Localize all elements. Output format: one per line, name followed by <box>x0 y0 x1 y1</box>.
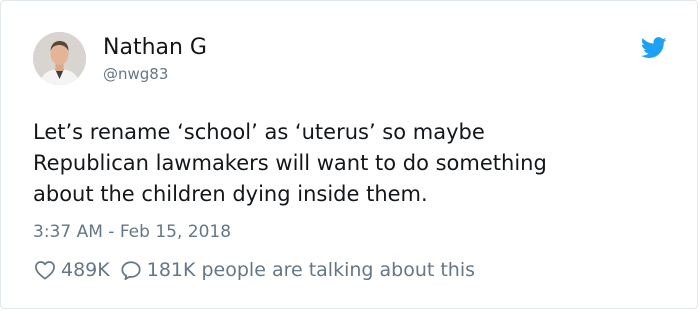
like-button[interactable]: 489K <box>34 259 110 281</box>
tweet-text: Let’s rename ‘school’ as ‘uterus’ so may… <box>33 117 683 210</box>
tweet-actions: 489K 181K people are talking about this <box>34 255 475 285</box>
heart-outline-icon <box>34 260 56 280</box>
author-display-name[interactable]: Nathan G <box>103 34 207 62</box>
reply-summary-text: 181K people are talking about this <box>146 259 476 281</box>
tweet-card: Nathan G @nwg83 Let’s rename ‘school’ as… <box>0 0 698 309</box>
reply-button[interactable]: 181K people are talking about this <box>120 259 475 281</box>
avatar-image <box>33 32 86 85</box>
like-count: 489K <box>61 259 110 281</box>
speech-bubble-icon <box>120 260 142 281</box>
tweet-text-line: about the children dying inside them. <box>33 182 428 206</box>
tweet-text-line: Let’s rename ‘school’ as ‘uterus’ so may… <box>33 120 485 144</box>
tweet-timestamp[interactable]: 3:37 AM - Feb 15, 2018 <box>33 220 231 244</box>
tweet-text-line: Republican lawmakers will want to do som… <box>33 151 547 175</box>
twitter-bird-icon[interactable] <box>640 37 667 59</box>
author-handle[interactable]: @nwg83 <box>103 64 168 84</box>
avatar[interactable] <box>33 32 86 85</box>
